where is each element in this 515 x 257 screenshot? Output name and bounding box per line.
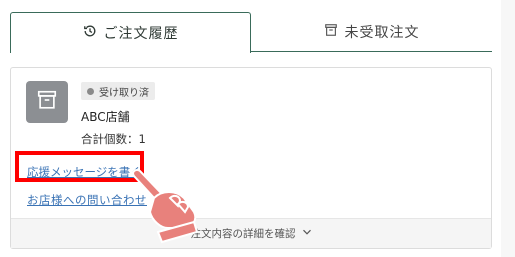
total-quantity: 合計個数：1 <box>81 132 146 146</box>
tab-order-history-label: ご注文履歴 <box>103 26 179 42</box>
archive-box-icon <box>36 89 58 115</box>
status-badge: 受け取り済 <box>81 82 155 100</box>
order-detail-toggle[interactable]: 注文内容の詳細を確認 <box>11 218 491 248</box>
chevron-down-icon <box>296 227 312 240</box>
scroll-track[interactable] <box>501 0 515 257</box>
store-name: ABC店舗 <box>81 110 130 124</box>
tab-bar: ご注文履歴 未受取注文 <box>10 12 492 53</box>
tab-order-history[interactable]: ご注文履歴 <box>10 12 251 53</box>
order-history-page: ご注文履歴 未受取注文 受け取り済 ABC店舗 合計個数：1 応援メッセージを書… <box>0 0 515 257</box>
archive-box-icon <box>324 23 345 41</box>
tab-unreceived-orders[interactable]: 未受取注文 <box>251 12 492 52</box>
tab-unreceived-orders-label: 未受取注文 <box>344 25 420 41</box>
status-badge-label: 受け取り済 <box>99 87 149 99</box>
status-dot <box>87 87 94 95</box>
pointing-hand-icon <box>128 168 208 252</box>
product-thumbnail <box>26 81 68 123</box>
highlight-box <box>15 151 144 182</box>
history-icon <box>83 24 104 42</box>
